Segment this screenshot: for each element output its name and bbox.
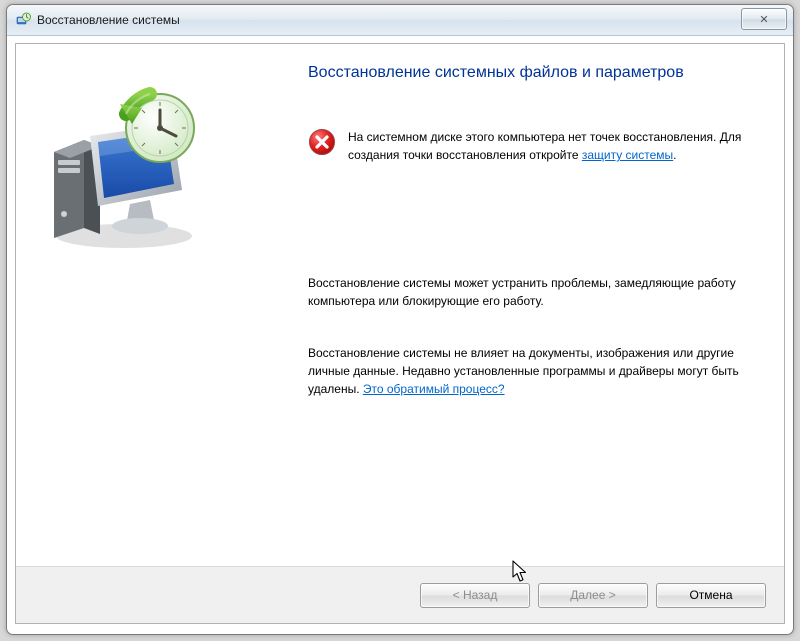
wizard-footer: < Назад Далее > Отмена [16, 566, 784, 623]
titlebar: Восстановление системы ✕ [7, 5, 793, 36]
client-area: Восстановление системных файлов и параме… [15, 43, 785, 624]
next-button: Далее > [538, 583, 648, 608]
window-title: Восстановление системы [37, 13, 180, 27]
cancel-button[interactable]: Отмена [656, 583, 766, 608]
system-restore-illustration [42, 86, 212, 256]
error-block: На системном диске этого компьютера нет … [308, 128, 754, 164]
error-text-after: . [673, 148, 676, 162]
close-icon: ✕ [759, 13, 768, 26]
info-paragraph-2: Восстановление системы не влияет на доку… [308, 344, 754, 398]
close-button[interactable]: ✕ [741, 8, 787, 30]
error-message: На системном диске этого компьютера нет … [348, 128, 754, 164]
reversible-process-link[interactable]: Это обратимый процесс? [363, 382, 505, 396]
page-heading: Восстановление системных файлов и параме… [308, 64, 754, 82]
error-text-before: На системном диске этого компьютера нет … [348, 130, 741, 162]
system-protection-link[interactable]: защиту системы [582, 148, 673, 162]
content-region: Восстановление системных файлов и параме… [16, 44, 784, 567]
system-restore-window: Восстановление системы ✕ [6, 4, 794, 635]
system-restore-icon [15, 12, 31, 28]
info-paragraph-1: Восстановление системы может устранить п… [308, 274, 754, 310]
text-column: Восстановление системных файлов и параме… [268, 44, 784, 567]
illustration-column [16, 44, 268, 567]
mouse-cursor [512, 560, 530, 587]
error-icon [308, 128, 336, 159]
